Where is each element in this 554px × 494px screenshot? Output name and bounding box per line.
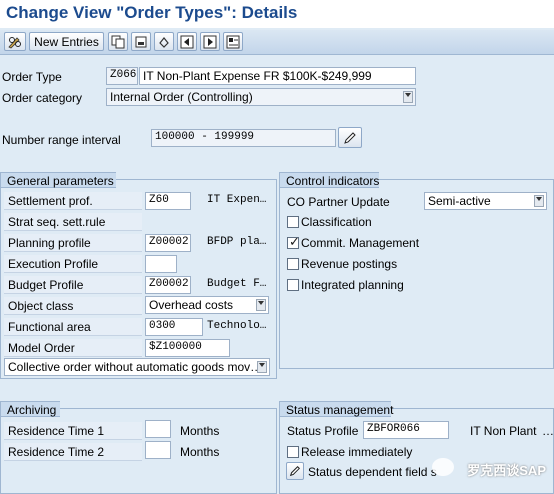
previous-entry-button[interactable] [177, 32, 197, 51]
number-range-edit-button[interactable] [338, 127, 362, 148]
functional-area-label: Functional area [4, 318, 142, 336]
residence-time-1-unit: Months [180, 424, 220, 438]
number-range-field: 100000 - 199999 [151, 129, 336, 147]
status-profile-overflow-icon: … [542, 424, 554, 438]
general-parameters-title: General parameters [0, 172, 116, 188]
status-dependent-field-button[interactable] [286, 462, 304, 480]
page-title: Change View "Order Types": Details [6, 3, 298, 22]
collective-order-select[interactable]: Collective order without automatic goods… [4, 358, 270, 376]
model-order-field[interactable]: $Z100000 [145, 339, 230, 357]
title-bar: Change View "Order Types": Details [0, 0, 554, 28]
toolbar: New Entries [0, 30, 554, 55]
residence-time-2-field[interactable] [145, 441, 171, 459]
wechat-logo-icon [432, 458, 454, 476]
planning-profile-field[interactable]: Z00002 [145, 234, 191, 252]
display-change-button[interactable] [4, 32, 26, 51]
dropdown-arrow-icon [259, 363, 265, 367]
order-category-select[interactable]: Internal Order (Controlling) [106, 88, 416, 106]
pencil-icon [344, 131, 356, 144]
delete-icon [135, 36, 147, 47]
next-entry-button[interactable] [200, 32, 220, 51]
watermark-text: 罗克西谈SAP [467, 463, 546, 478]
object-class-select[interactable]: Overhead costs [145, 296, 269, 314]
release-immediately-label: Release immediately [301, 445, 413, 459]
new-entries-button[interactable]: New Entries [29, 32, 104, 51]
residence-time-2-unit: Months [180, 445, 220, 459]
planning-profile-description: BFDP pla… [207, 236, 267, 248]
dropdown-arrow-icon [405, 93, 411, 97]
copy-icon [111, 35, 125, 48]
new-entries-label: New Entries [34, 34, 99, 49]
undo-icon [159, 36, 169, 48]
execution-profile-label: Execution Profile [4, 255, 142, 273]
arrow-left-icon [180, 35, 194, 48]
commit-management-label: Commit. Management [301, 236, 420, 250]
list-icon [226, 35, 240, 48]
residence-time-1-label: Residence Time 1 [4, 422, 142, 440]
planning-profile-label: Planning profile [4, 234, 142, 252]
co-partner-update-value: Semi-active [428, 194, 491, 208]
number-range-label: Number range interval [2, 133, 121, 147]
object-class-label: Object class [4, 297, 142, 315]
settlement-prof-label: Settlement prof. [4, 192, 142, 210]
order-category-value: Internal Order (Controlling) [110, 90, 253, 104]
status-dependent-field-label: Status dependent field s [308, 465, 437, 479]
settlement-prof-description: IT Expen… [207, 194, 267, 206]
settlement-prof-field[interactable]: Z60 [145, 192, 191, 210]
classification-label: Classification [301, 215, 372, 229]
residence-time-2-label: Residence Time 2 [4, 443, 142, 461]
pencil-glasses-icon [8, 36, 21, 48]
revenue-postings-label: Revenue postings [301, 257, 398, 271]
commit-management-checkbox[interactable]: ✓ [287, 234, 300, 249]
order-type-description-field[interactable]: IT Non-Plant Expense FR $100K-$249,999 [139, 67, 416, 85]
integrated-planning-label: Integrated planning [301, 278, 404, 292]
functional-area-description: Technolo… [207, 320, 267, 332]
order-category-label: Order category [2, 91, 83, 105]
control-indicators-title: Control indicators [279, 172, 379, 188]
arrow-right-icon [203, 35, 217, 48]
archiving-title: Archiving [0, 401, 60, 417]
revenue-postings-checkbox[interactable] [287, 258, 299, 270]
execution-profile-field[interactable] [145, 255, 177, 273]
residence-time-1-field[interactable] [145, 420, 171, 438]
dropdown-arrow-icon [536, 197, 542, 201]
classification-checkbox[interactable] [287, 216, 299, 228]
functional-area-field[interactable]: 0300 [145, 318, 203, 336]
copy-button[interactable] [108, 32, 128, 51]
budget-profile-label: Budget Profile [4, 276, 142, 294]
budget-profile-description: Budget F… [207, 278, 267, 290]
order-type-code-field: Z066 [106, 67, 138, 85]
object-class-value: Overhead costs [149, 298, 234, 312]
status-profile-label: Status Profile [287, 424, 359, 438]
status-management-title: Status management [279, 401, 393, 417]
order-type-label: Order Type [2, 70, 62, 84]
status-profile-description: IT Non Plant [470, 424, 537, 438]
co-partner-update-label: CO Partner Update [287, 195, 390, 209]
model-order-label: Model Order [4, 339, 142, 357]
co-partner-update-select[interactable]: Semi-active [424, 192, 547, 210]
status-profile-field[interactable]: ZBFOR066 [363, 421, 449, 439]
dropdown-arrow-icon [258, 301, 264, 305]
pencil-icon [289, 465, 301, 477]
delete-button[interactable] [131, 32, 151, 51]
strat-seq-label: Strat seq. sett.rule [4, 213, 142, 231]
print-button[interactable] [223, 32, 243, 51]
checkmark-icon: ✓ [289, 234, 300, 249]
undo-button[interactable] [154, 32, 174, 51]
release-immediately-checkbox[interactable] [287, 446, 299, 458]
collective-order-value: Collective order without automatic goods… [8, 360, 263, 374]
budget-profile-field[interactable]: Z00002 [145, 276, 191, 294]
integrated-planning-checkbox[interactable] [287, 279, 299, 291]
